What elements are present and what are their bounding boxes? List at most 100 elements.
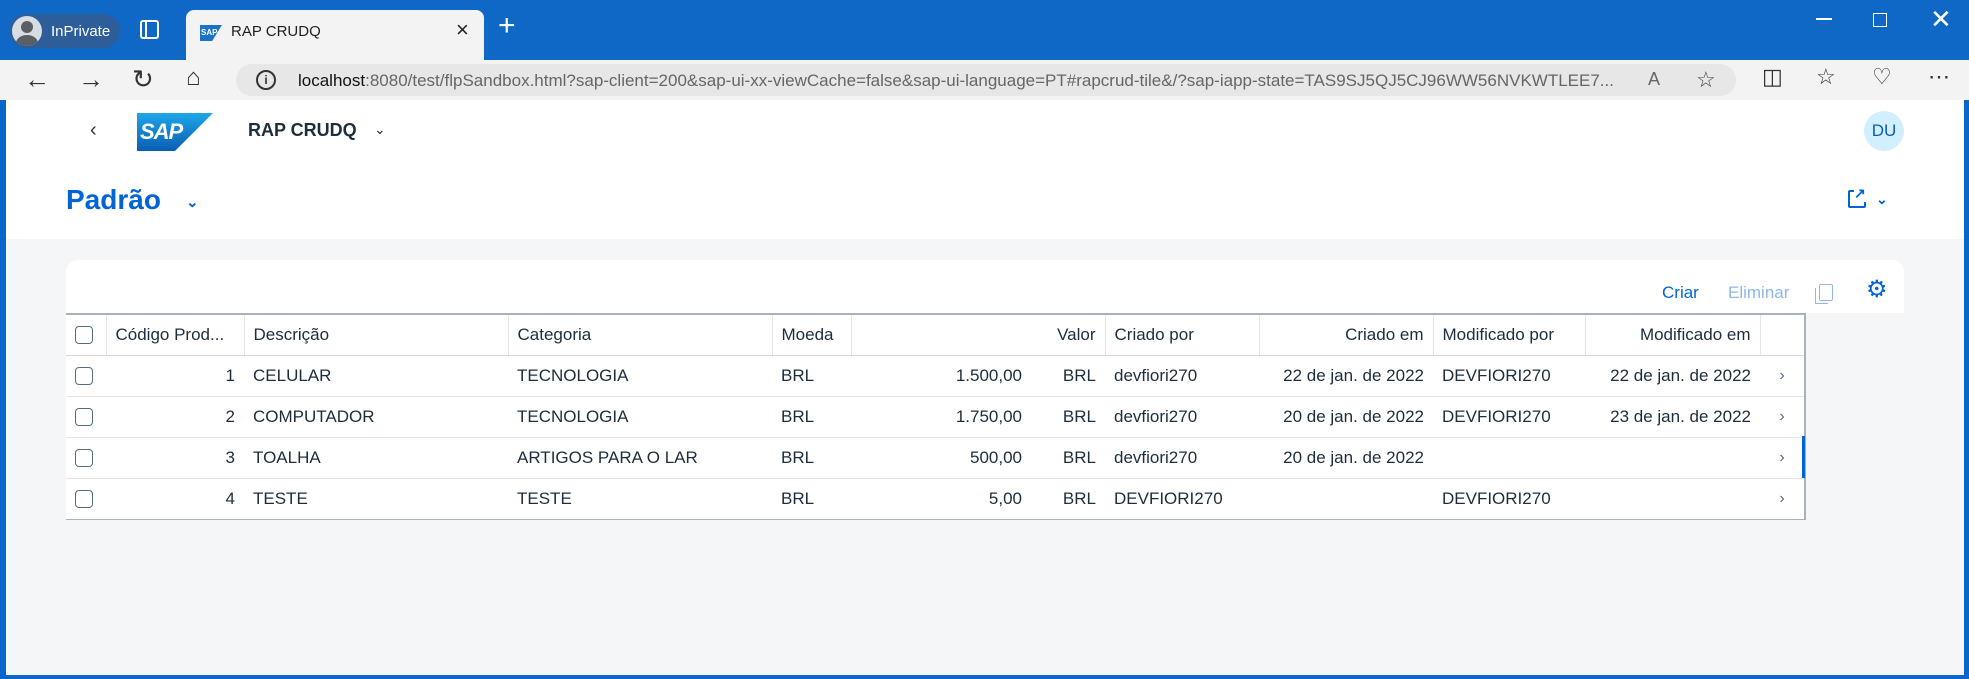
row-checkbox[interactable]: [75, 367, 93, 386]
row-select-cell[interactable]: [66, 478, 106, 520]
row-checkbox[interactable]: [75, 449, 93, 468]
forward-arrow-icon[interactable]: →: [78, 66, 104, 92]
cell-created-by: DEVFIORI270: [1105, 478, 1259, 520]
cell-value-currency: BRL: [1031, 396, 1105, 438]
cell-created-by: devfiori270: [1105, 437, 1259, 479]
maximize-icon[interactable]: [1873, 13, 1887, 27]
address-bar[interactable]: i localhost:8080/test/flpSandbox.html?sa…: [236, 64, 1736, 96]
cell-created-on: 22 de jan. de 2022: [1259, 355, 1433, 397]
row-focus-indicator: [1802, 436, 1805, 478]
reload-icon[interactable]: ↻: [132, 66, 154, 92]
row-select-cell[interactable]: [66, 437, 106, 479]
cell-value: 500,00: [851, 437, 1031, 479]
settings-gear-icon[interactable]: ⚙: [1866, 278, 1888, 302]
table-row[interactable]: 2 COMPUTADOR TECNOLOGIA BRL 1.750,00 BRL…: [66, 396, 1804, 438]
row-navigation-icon[interactable]: ›: [1760, 478, 1804, 520]
sap-favicon-icon: SAP: [200, 25, 222, 41]
tab-actions-icon[interactable]: [140, 20, 159, 39]
chevron-down-icon[interactable]: ⌄: [374, 121, 386, 138]
row-checkbox[interactable]: [75, 408, 93, 427]
profile-icon: [12, 16, 42, 46]
share-chevron-down-icon[interactable]: ⌄: [1876, 191, 1888, 208]
cell-modified-on: [1585, 437, 1760, 479]
copy-icon[interactable]: [1815, 284, 1833, 304]
row-navigation-icon[interactable]: ›: [1760, 437, 1804, 479]
cell-code: 3: [106, 437, 244, 479]
row-navigation-icon[interactable]: ›: [1760, 396, 1804, 438]
tab-title: RAP CRUDQ: [231, 23, 321, 40]
favorites-icon[interactable]: ☆: [1816, 66, 1836, 88]
cell-currency: BRL: [772, 478, 851, 520]
app-title[interactable]: RAP CRUDQ: [248, 120, 357, 141]
cell-created-on: [1259, 478, 1433, 520]
url-text[interactable]: localhost:8080/test/flpSandbox.html?sap-…: [298, 71, 1638, 91]
split-screen-icon[interactable]: ◫: [1762, 66, 1783, 88]
url-path: :8080/test/flpSandbox.html?sap-client=20…: [365, 71, 1614, 90]
delete-button[interactable]: Eliminar: [1728, 283, 1789, 303]
row-select-cell[interactable]: [66, 355, 106, 397]
more-menu-icon[interactable]: ⋯: [1928, 66, 1950, 88]
table-row[interactable]: 1 CELULAR TECNOLOGIA BRL 1.500,00 BRL de…: [66, 355, 1804, 397]
row-navigation-icon[interactable]: ›: [1760, 355, 1804, 397]
cell-category: ARTIGOS PARA O LAR: [508, 437, 772, 479]
column-header-modified-on[interactable]: Modificado em: [1584, 313, 1760, 356]
cell-created-by: devfiori270: [1105, 355, 1259, 397]
cell-code: 1: [106, 355, 244, 397]
column-header-currency[interactable]: Moeda: [771, 313, 851, 356]
sap-logo-text: SAP: [140, 119, 183, 144]
column-header-modified-by[interactable]: Modificado por: [1432, 313, 1585, 356]
column-header-created-by[interactable]: Criado por: [1104, 313, 1259, 356]
table-row[interactable]: 4 TESTE TESTE BRL 5,00 BRL DEVFIORI270 D…: [66, 478, 1804, 520]
browser-tab[interactable]: SAP RAP CRUDQ ×: [186, 10, 484, 60]
column-header-value[interactable]: Valor: [850, 313, 1105, 356]
sap-logo[interactable]: SAP: [137, 113, 213, 151]
home-icon[interactable]: ⌂: [186, 66, 201, 90]
create-button[interactable]: Criar: [1662, 283, 1699, 303]
read-aloud-icon[interactable]: A: [1648, 69, 1660, 90]
cell-value: 1.750,00: [851, 396, 1031, 438]
column-header-created-on[interactable]: Criado em: [1258, 313, 1433, 356]
cell-category: TESTE: [508, 478, 772, 520]
window-close-icon[interactable]: ✕: [1930, 6, 1952, 32]
cell-value-currency: BRL: [1031, 478, 1105, 520]
row-checkbox[interactable]: [75, 490, 93, 509]
cell-description: TESTE: [244, 478, 508, 520]
cell-description: COMPUTADOR: [244, 396, 508, 438]
variant-chevron-down-icon[interactable]: ⌄: [186, 193, 199, 211]
column-header-nav: [1759, 313, 1804, 356]
shell-bar: ‹ SAP RAP CRUDQ ⌄ DU: [6, 100, 1964, 160]
variant-title[interactable]: Padrão: [66, 184, 161, 216]
cell-created-by: devfiori270: [1105, 396, 1259, 438]
column-header-description[interactable]: Descrição: [243, 313, 508, 356]
cell-modified-on: [1585, 478, 1760, 520]
cell-modified-by: DEVFIORI270: [1433, 478, 1585, 520]
browser-toolbar: ← → ↻ ⌂ i localhost:8080/test/flpSandbox…: [0, 60, 1969, 100]
cell-description: CELULAR: [244, 355, 508, 397]
new-tab-icon[interactable]: +: [498, 11, 516, 41]
cell-currency: BRL: [772, 355, 851, 397]
cell-modified-by: DEVFIORI270: [1433, 396, 1585, 438]
cell-created-on: 20 de jan. de 2022: [1259, 437, 1433, 479]
cell-currency: BRL: [772, 396, 851, 438]
tab-close-icon[interactable]: ×: [456, 19, 469, 41]
table-row[interactable]: 3 TOALHA ARTIGOS PARA O LAR BRL 500,00 B…: [66, 437, 1804, 479]
row-select-cell[interactable]: [66, 396, 106, 438]
browser-essentials-icon[interactable]: ♡: [1872, 66, 1892, 88]
favorite-star-icon[interactable]: ☆: [1696, 67, 1716, 93]
site-info-icon[interactable]: i: [256, 70, 276, 90]
inprivate-button[interactable]: InPrivate: [9, 14, 120, 48]
back-chevron-icon[interactable]: ‹: [90, 119, 97, 142]
back-arrow-icon[interactable]: ←: [24, 66, 50, 92]
cell-modified-by: [1433, 437, 1585, 479]
select-all-checkbox[interactable]: [75, 326, 93, 345]
cell-value: 1.500,00: [851, 355, 1031, 397]
share-icon[interactable]: [1848, 185, 1866, 208]
select-all-cell[interactable]: [66, 313, 106, 356]
column-header-category[interactable]: Categoria: [507, 313, 772, 356]
column-header-code[interactable]: Código Prod...: [105, 313, 244, 356]
cell-category: TECNOLOGIA: [508, 396, 772, 438]
user-avatar[interactable]: DU: [1864, 111, 1904, 151]
products-table: Código Prod... Descrição Categoria Moeda…: [66, 313, 1804, 520]
minimize-icon[interactable]: [1816, 18, 1832, 20]
browser-titlebar: InPrivate SAP RAP CRUDQ × + ✕: [0, 0, 1969, 60]
